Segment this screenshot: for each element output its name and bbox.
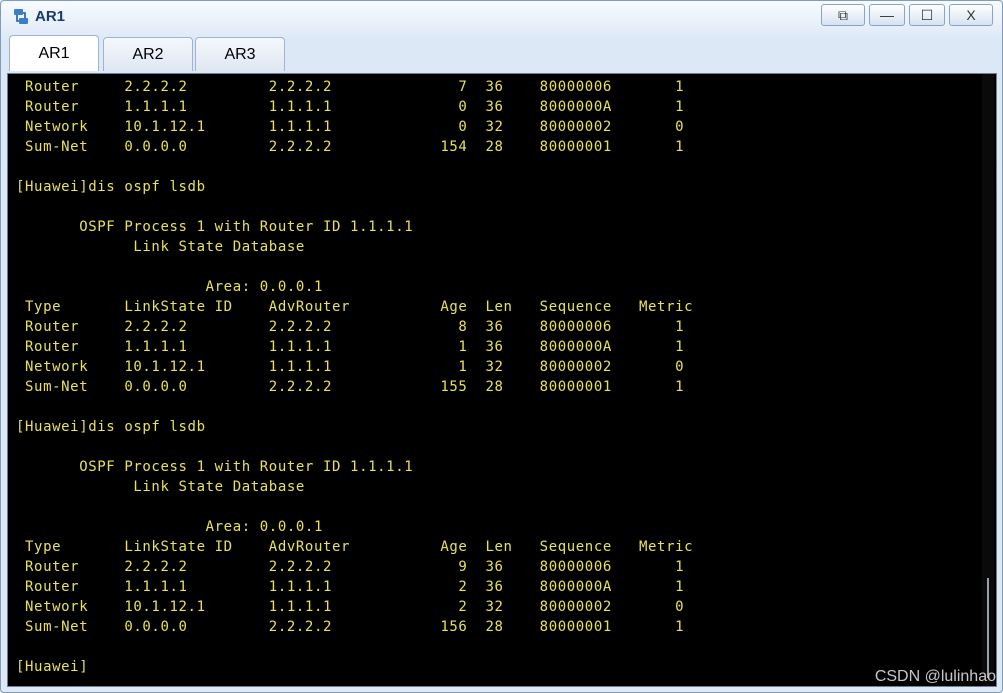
terminal-line: Router 1.1.1.1 1.1.1.1 2 36 8000000A 1 [16,579,685,595]
terminal-line: [Huawei]dis ospf lsdb [16,419,206,435]
terminal-line: Area: 0.0.0.1 [16,519,323,535]
terminal-line: OSPF Process 1 with Router ID 1.1.1.1 [16,459,414,475]
tab-ar1[interactable]: AR1 [9,35,99,71]
terminal-line: Type LinkState ID AdvRouter Age Len Sequ… [16,539,694,555]
terminal-line: [Huawei]dis ospf lsdb [16,179,206,195]
tab-label: AR1 [38,44,70,62]
terminal-line: Network 10.1.12.1 1.1.1.1 1 32 80000002 … [16,359,685,375]
terminal-line: Router 1.1.1.1 1.1.1.1 1 36 8000000A 1 [16,339,685,355]
terminal-line: Sum-Net 0.0.0.0 2.2.2.2 156 28 80000001 … [16,619,685,635]
tab-label: AR2 [132,45,164,63]
terminal-line: Link State Database [16,239,305,255]
terminal-line: Network 10.1.12.1 1.1.1.1 0 32 80000002 … [16,119,685,135]
terminal-line: OSPF Process 1 with Router ID 1.1.1.1 [16,219,414,235]
maximize-button[interactable]: ☐ [909,4,945,26]
scrollbar-thumb[interactable] [987,578,989,678]
network-device-icon [14,9,28,24]
terminal-line: Link State Database [16,479,305,495]
close-button[interactable]: X [949,4,993,26]
console-window: AR1 ⧉ — ☐ X AR1 AR2 AR3 Router 2.2.2.2 2… [0,0,1003,693]
minimize-icon: — [880,7,894,23]
terminal-output: Router 2.2.2.2 2.2.2.2 7 36 80000006 1 R… [16,77,966,677]
terminal-line: Area: 0.0.0.1 [16,279,323,295]
terminal-line: Sum-Net 0.0.0.0 2.2.2.2 155 28 80000001 … [16,379,685,395]
restore-window-button[interactable]: ⧉ [821,4,865,26]
terminal-line: Type LinkState ID AdvRouter Age Len Sequ… [16,299,694,315]
terminal-line: Sum-Net 0.0.0.0 2.2.2.2 154 28 80000001 … [16,139,685,155]
window-title: AR1 [35,8,66,25]
title-bar[interactable]: AR1 ⧉ — ☐ X [1,1,1002,33]
maximize-icon: ☐ [920,6,934,23]
terminal-line: [Huawei] [16,659,89,675]
terminal-console[interactable]: Router 2.2.2.2 2.2.2.2 7 36 80000006 1 R… [7,73,997,687]
minimize-button[interactable]: — [869,4,905,26]
close-icon: X [966,7,976,23]
terminal-line: Router 1.1.1.1 1.1.1.1 0 36 8000000A 1 [16,99,685,115]
tab-label: AR3 [224,45,256,63]
device-tabs: AR1 AR2 AR3 [7,35,997,73]
terminal-line: Router 2.2.2.2 2.2.2.2 7 36 80000006 1 [16,79,685,95]
restore-icon: ⧉ [838,6,848,23]
terminal-scrollbar[interactable] [982,74,994,686]
watermark: CSDN @lulinhao [874,668,996,685]
terminal-line: Router 2.2.2.2 2.2.2.2 9 36 80000006 1 [16,559,685,575]
terminal-line: Network 10.1.12.1 1.1.1.1 2 32 80000002 … [16,599,685,615]
tab-ar2[interactable]: AR2 [103,37,193,71]
terminal-line: Router 2.2.2.2 2.2.2.2 8 36 80000006 1 [16,319,685,335]
tab-ar3[interactable]: AR3 [195,37,285,71]
